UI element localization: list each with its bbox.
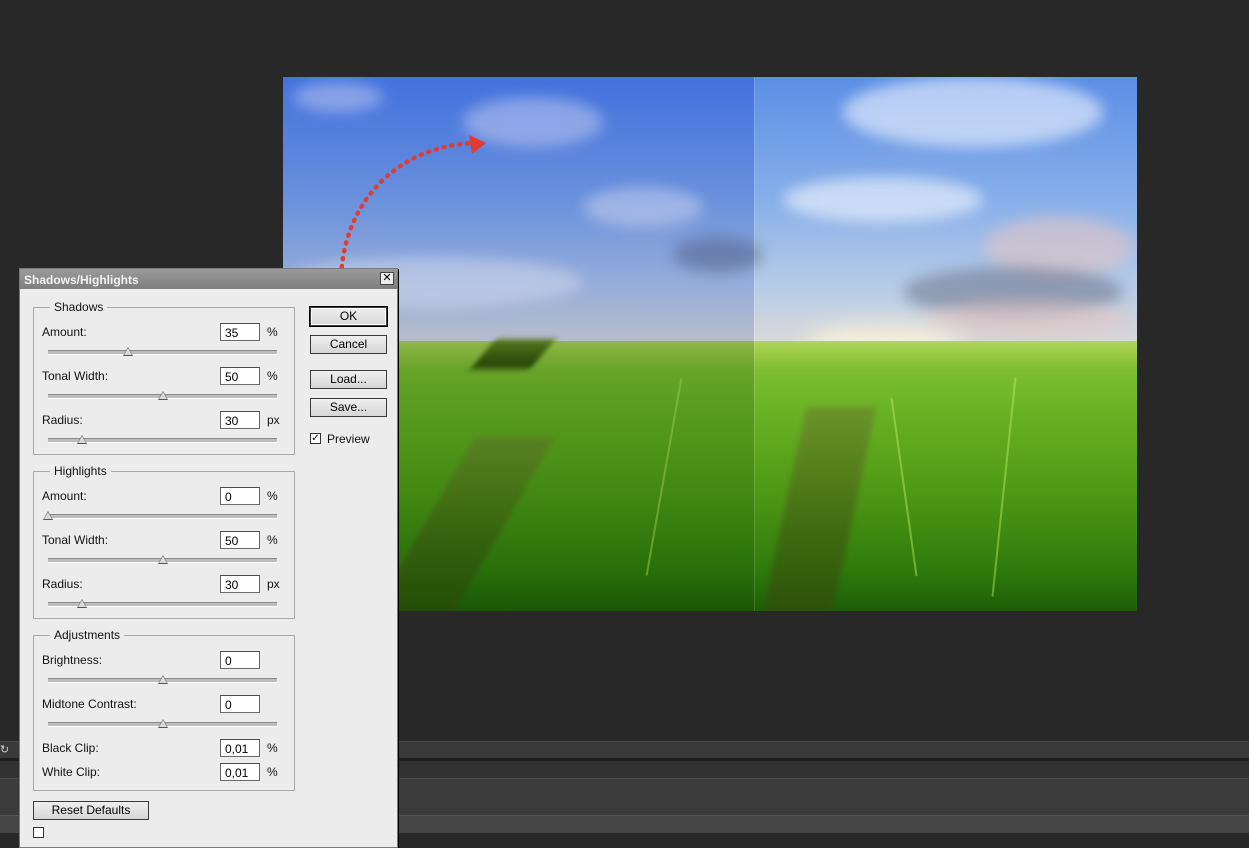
close-icon[interactable]: ✕: [380, 272, 394, 285]
adjustments-legend: Adjustments: [54, 628, 121, 642]
white-clip-input[interactable]: 0,01: [220, 763, 260, 781]
shadows-radius-slider-thumb[interactable]: [77, 435, 88, 444]
shadows-amount-slider-track[interactable]: [48, 350, 277, 355]
cancel-button[interactable]: Cancel: [310, 335, 387, 354]
preview-label: Preview: [327, 432, 370, 446]
highlights-radius-input[interactable]: 30: [220, 575, 260, 593]
highlights-radius-unit: px: [267, 577, 280, 591]
shadows-radius-unit: px: [267, 413, 280, 427]
highlights-tonal-width-slider-thumb[interactable]: [157, 555, 168, 564]
brightness-label: Brightness:: [42, 653, 103, 667]
dialog-title: Shadows/Highlights: [24, 273, 139, 287]
shadows-tonal-width-unit: %: [267, 369, 278, 383]
shadows-tonal-width-slider-thumb[interactable]: [157, 391, 168, 400]
document-canvas[interactable]: [283, 77, 1137, 611]
arrow-dotted-curve: [338, 140, 476, 286]
reset-defaults-button[interactable]: Reset Defaults: [33, 801, 149, 820]
shadows-amount-label: Amount:: [42, 325, 87, 339]
brightness-input[interactable]: 0: [220, 651, 260, 669]
highlights-amount-unit: %: [267, 489, 278, 503]
black-clip-unit: %: [267, 741, 278, 755]
preview-checkbox[interactable]: ✓: [310, 433, 321, 444]
shadows-amount-input[interactable]: 35: [220, 323, 260, 341]
shadows-radius-input[interactable]: 30: [220, 411, 260, 429]
highlights-amount-slider-thumb[interactable]: [43, 511, 53, 520]
shadows-tonal-width-label: Tonal Width:: [42, 369, 109, 383]
highlights-radius-label: Radius:: [42, 577, 83, 591]
shadows-amount-unit: %: [267, 325, 278, 339]
highlights-tonal-width-input[interactable]: 50: [220, 531, 260, 549]
white-clip-label: White Clip:: [42, 765, 101, 779]
save-button[interactable]: Save...: [310, 398, 387, 417]
shadows-amount-slider-thumb[interactable]: [123, 347, 134, 356]
highlights-amount-label: Amount:: [42, 489, 87, 503]
black-clip-label: Black Clip:: [42, 741, 99, 755]
midtone-contrast-label: Midtone Contrast:: [42, 697, 137, 711]
highlights-tonal-width-label: Tonal Width:: [42, 533, 109, 547]
arrow-head-icon: [469, 135, 486, 154]
dialog-titlebar[interactable]: Shadows/Highlights ✕: [20, 269, 397, 289]
brightness-slider-thumb[interactable]: [157, 675, 168, 684]
shadows-highlights-dialog: Shadows/Highlights ✕ Shadows Amount: 35 …: [19, 268, 398, 848]
rotate-icon[interactable]: ↻: [0, 743, 9, 756]
ok-button[interactable]: OK: [310, 307, 387, 326]
highlights-tonal-width-unit: %: [267, 533, 278, 547]
annotation-arrow: [338, 135, 486, 286]
shadows-tonal-width-input[interactable]: 50: [220, 367, 260, 385]
highlights-legend: Highlights: [54, 464, 107, 478]
midtone-contrast-slider-thumb[interactable]: [157, 719, 168, 728]
highlights-amount-slider-track[interactable]: [48, 514, 277, 519]
highlights-radius-slider-thumb[interactable]: [77, 599, 88, 608]
black-clip-input[interactable]: 0,01: [220, 739, 260, 757]
show-more-options-checkbox[interactable]: [33, 827, 44, 838]
shadows-radius-label: Radius:: [42, 413, 83, 427]
load-button[interactable]: Load...: [310, 370, 387, 389]
shadows-legend: Shadows: [54, 300, 104, 314]
midtone-contrast-input[interactable]: 0: [220, 695, 260, 713]
highlights-amount-input[interactable]: 0: [220, 487, 260, 505]
white-clip-unit: %: [267, 765, 278, 779]
